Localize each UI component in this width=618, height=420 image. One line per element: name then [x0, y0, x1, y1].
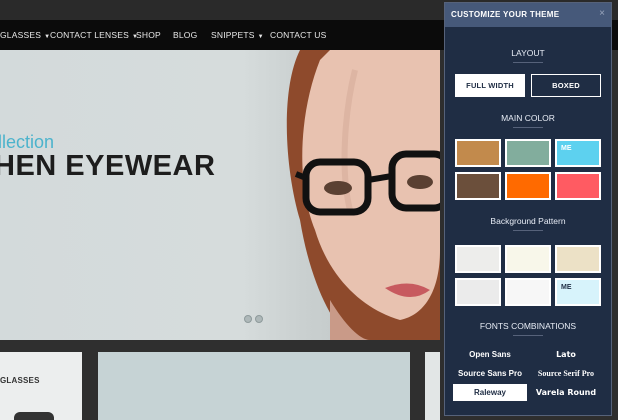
- product-thumbnail: [14, 412, 54, 420]
- hero-slider: llection HEN EYEWEAR ›: [0, 50, 440, 340]
- hero-model-image: [286, 50, 440, 340]
- main-color-swatch-1[interactable]: [455, 139, 501, 167]
- theme-customizer-panel: CUSTOMIZE YOUR THEME × LAYOUT FULL WIDTH…: [444, 2, 612, 416]
- nav-item-label: CONTACT LENSES: [50, 30, 130, 40]
- nav-item-label: SNIPPETS: [211, 30, 255, 40]
- font-option-source-serif-pro[interactable]: Source Serif Pro: [529, 365, 603, 382]
- category-title: GLASSES: [0, 376, 40, 385]
- font-option-raleway[interactable]: Raleway: [453, 384, 527, 401]
- background-pattern-swatch-1[interactable]: [455, 245, 501, 273]
- panel-header: CUSTOMIZE YOUR THEME ×: [445, 3, 611, 27]
- hero-title: HEN EYEWEAR: [0, 150, 216, 182]
- font-option-lato[interactable]: Lato: [529, 346, 603, 363]
- slider-pagination: [244, 310, 266, 328]
- slider-dot[interactable]: [244, 315, 252, 323]
- main-color-swatch-6[interactable]: [555, 172, 601, 200]
- layout-boxed-button[interactable]: BOXED: [531, 74, 601, 97]
- category-card-banner[interactable]: [98, 352, 410, 420]
- nav-item-contact-lenses[interactable]: CONTACT LENSES ▼: [50, 20, 138, 50]
- panel-title: CUSTOMIZE YOUR THEME: [451, 10, 560, 19]
- nav-item-glasses[interactable]: GLASSES ▼: [0, 20, 50, 50]
- category-card-glasses[interactable]: GLASSES: [0, 352, 82, 420]
- nav-item-blog[interactable]: BLOG: [173, 20, 197, 50]
- nav-item-contact-us[interactable]: CONTACT US: [270, 20, 326, 50]
- nav-item-snippets[interactable]: SNIPPETS ▼: [211, 20, 264, 50]
- slider-dot[interactable]: [255, 315, 263, 323]
- divider: [513, 230, 543, 231]
- featured-categories: GLASSES: [0, 340, 440, 420]
- caret-down-icon: ▼: [257, 34, 264, 40]
- background-pattern-swatch-6[interactable]: ME: [555, 278, 601, 306]
- divider: [513, 335, 543, 336]
- nav-item-label: BLOG: [173, 30, 198, 40]
- main-color-swatch-5[interactable]: [505, 172, 551, 200]
- close-icon[interactable]: ×: [599, 3, 605, 25]
- layout-full-width-button[interactable]: FULL WIDTH: [455, 74, 525, 97]
- nav-item-label: GLASSES: [0, 30, 42, 40]
- nav-item-label: SHOP: [136, 30, 161, 40]
- divider: [513, 62, 543, 63]
- layout-section-title: LAYOUT: [511, 48, 545, 58]
- main-color-swatch-3[interactable]: ME: [555, 139, 601, 167]
- background-pattern-swatch-2[interactable]: [505, 245, 551, 273]
- main-color-section-title: MAIN COLOR: [501, 113, 555, 123]
- divider: [513, 127, 543, 128]
- font-option-varela-round[interactable]: Varela Round: [529, 384, 603, 401]
- swatch-label: ME: [561, 145, 572, 152]
- background-pattern-swatch-5[interactable]: [505, 278, 551, 306]
- category-card-partial[interactable]: [425, 352, 440, 420]
- main-color-swatch-2[interactable]: [505, 139, 551, 167]
- main-color-swatch-4[interactable]: [455, 172, 501, 200]
- background-pattern-section-title: Background Pattern: [490, 216, 566, 226]
- font-option-source-sans-pro[interactable]: Source Sans Pro: [453, 365, 527, 382]
- nav-item-shop[interactable]: SHOP: [136, 20, 161, 50]
- background-pattern-swatch-3[interactable]: [555, 245, 601, 273]
- fonts-section-title: FONTS COMBINATIONS: [479, 321, 577, 331]
- font-option-open-sans[interactable]: Open Sans: [453, 346, 527, 363]
- nav-item-label: CONTACT US: [270, 30, 327, 40]
- background-pattern-swatch-4[interactable]: [455, 278, 501, 306]
- swatch-label: ME: [561, 284, 572, 291]
